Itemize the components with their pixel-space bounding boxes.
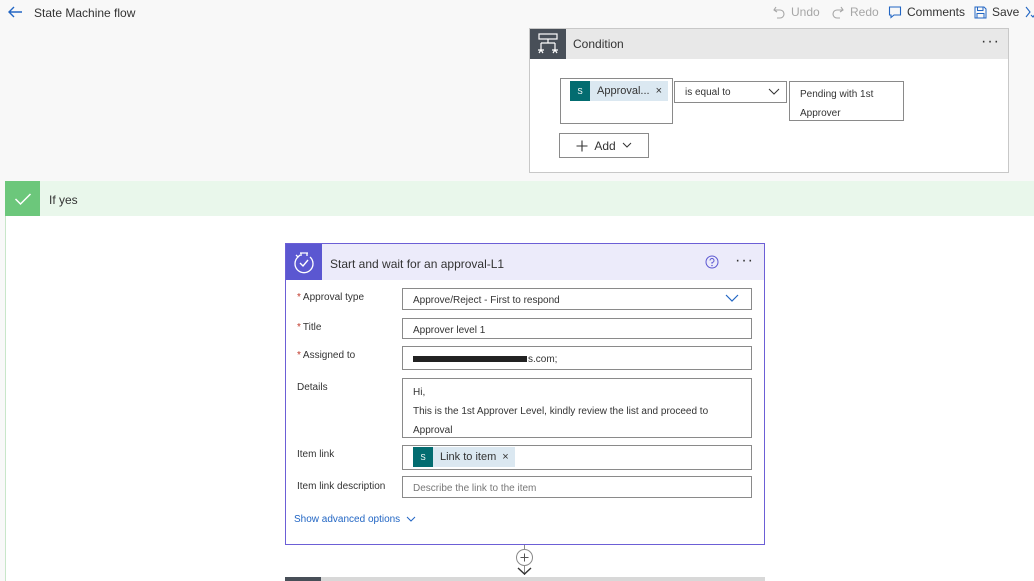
- undo-icon: [773, 6, 785, 19]
- condition-card: Condition ··· S Approval... × is equal t…: [529, 28, 1009, 173]
- details-label: Details: [297, 382, 328, 393]
- flow-title: State Machine flow: [34, 6, 136, 20]
- token-remove-icon[interactable]: ×: [656, 85, 668, 97]
- condition-title: Condition: [573, 37, 624, 51]
- plus-icon: [576, 140, 588, 151]
- item-link-description-input[interactable]: Describe the link to the item: [402, 476, 752, 498]
- comments-label: Comments: [907, 5, 966, 19]
- comment-icon: [888, 6, 902, 19]
- back-arrow-icon[interactable]: [6, 4, 24, 20]
- add-button-label: Add: [594, 138, 616, 153]
- condition-icon: [538, 33, 558, 54]
- link-to-item-token-label: Link to item: [440, 451, 497, 463]
- add-button[interactable]: Add: [559, 133, 649, 158]
- approval-icon-box: [286, 244, 322, 280]
- condition-more-menu[interactable]: ···: [981, 33, 1000, 51]
- show-advanced-options-link[interactable]: Show advanced options: [294, 514, 416, 525]
- condition-value-line1: Pending with 1st: [800, 89, 874, 100]
- next-action-card-edge[interactable]: [285, 577, 765, 581]
- title-label: * Title: [297, 322, 322, 333]
- condition-right-operand[interactable]: Pending with 1st Approver: [789, 81, 904, 121]
- chevron-down-icon: [622, 142, 632, 148]
- details-textarea[interactable]: Hi, This is the 1st Approver Level, kind…: [402, 378, 752, 455]
- condition-value-line2: Approver: [800, 108, 841, 119]
- approval-type-select[interactable]: Approve/Reject - First to respond: [402, 288, 752, 310]
- redo-icon: [832, 6, 844, 19]
- undo-label: Undo: [791, 5, 820, 19]
- condition-header[interactable]: Condition ···: [530, 29, 1008, 59]
- chevron-down-icon: [406, 516, 416, 522]
- condition-operator-select[interactable]: is equal to: [674, 81, 787, 103]
- show-advanced-options-label: Show advanced options: [294, 514, 401, 525]
- flow-checker-icon[interactable]: [1024, 5, 1034, 19]
- checkmark-icon: [14, 192, 31, 205]
- title-value: Approver level 1: [413, 325, 486, 336]
- token-remove-icon[interactable]: ×: [502, 451, 514, 463]
- redo-button[interactable]: Redo: [831, 5, 879, 19]
- condition-icon-box: [530, 29, 566, 59]
- chevron-down-icon: [768, 88, 780, 95]
- approval-type-value: Approve/Reject - First to respond: [413, 295, 560, 306]
- approval-action-title: Start and wait for an approval-L1: [330, 257, 505, 271]
- approval-more-menu[interactable]: ···: [735, 252, 754, 270]
- assigned-to-label: * Assigned to: [297, 350, 356, 361]
- item-link-description-label: Item link description: [297, 481, 386, 492]
- insert-step-button[interactable]: [516, 549, 533, 566]
- redacted-email: [413, 356, 527, 363]
- item-link-input[interactable]: S Link to item ×: [402, 445, 752, 470]
- save-icon: [974, 6, 987, 18]
- save-button[interactable]: Save: [974, 5, 1019, 19]
- approval-token[interactable]: S Approval... ×: [570, 81, 669, 101]
- if-yes-label: If yes: [49, 193, 78, 207]
- item-link-label: Item link: [297, 449, 335, 460]
- approval-icon: [294, 252, 314, 274]
- approval-action-card: Start and wait for an approval-L1 ··· * A…: [285, 243, 765, 545]
- if-yes-check-box: [5, 181, 40, 216]
- sharepoint-icon: S: [413, 447, 433, 467]
- approval-token-label: Approval...: [597, 85, 650, 97]
- assigned-to-value: s.com;: [413, 354, 557, 365]
- sharepoint-icon: S: [570, 81, 590, 101]
- title-input[interactable]: Approver level 1: [402, 318, 752, 339]
- if-yes-header[interactable]: If yes: [5, 181, 1034, 216]
- chevron-down-icon: [725, 294, 739, 302]
- condition-operator-value: is equal to: [685, 87, 731, 98]
- top-bar: State Machine flow Undo Redo Comments Sa…: [0, 0, 1034, 26]
- comments-button[interactable]: Comments: [888, 5, 965, 19]
- arrow-down-icon: [517, 567, 532, 575]
- condition-left-operand[interactable]: S Approval... ×: [560, 78, 673, 124]
- undo-button[interactable]: Undo: [772, 5, 820, 19]
- item-link-description-placeholder: Describe the link to the item: [413, 483, 537, 494]
- approval-type-label: * Approval type: [297, 292, 365, 303]
- plus-icon: [520, 553, 529, 562]
- approval-action-header[interactable]: Start and wait for an approval-L1 ···: [286, 244, 764, 280]
- help-icon[interactable]: [705, 255, 719, 269]
- save-label: Save: [992, 5, 1020, 19]
- assigned-to-input[interactable]: s.com;: [402, 346, 752, 370]
- link-to-item-token[interactable]: S Link to item ×: [413, 447, 515, 467]
- redo-label: Redo: [850, 5, 879, 19]
